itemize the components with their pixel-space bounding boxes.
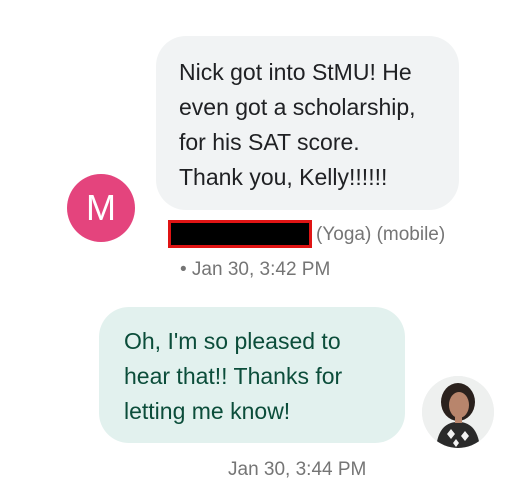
redacted-sender-name <box>168 220 312 248</box>
incoming-message-bubble[interactable]: Nick got into StMU! He even got a schola… <box>156 36 459 210</box>
sender-tags: (Yoga) (mobile) <box>316 224 446 245</box>
outgoing-timestamp: Jan 30, 3:44 PM <box>228 459 367 480</box>
person-photo-icon <box>422 376 494 448</box>
outgoing-message-bubble[interactable]: Oh, I'm so pleased to hear that!! Thanks… <box>99 307 405 443</box>
incoming-timestamp: • Jan 30, 3:42 PM <box>180 259 331 280</box>
chat-thread: Nick got into StMU! He even got a schola… <box>0 0 507 504</box>
sender-avatar[interactable]: M <box>67 174 135 242</box>
user-avatar-photo[interactable] <box>422 376 494 448</box>
